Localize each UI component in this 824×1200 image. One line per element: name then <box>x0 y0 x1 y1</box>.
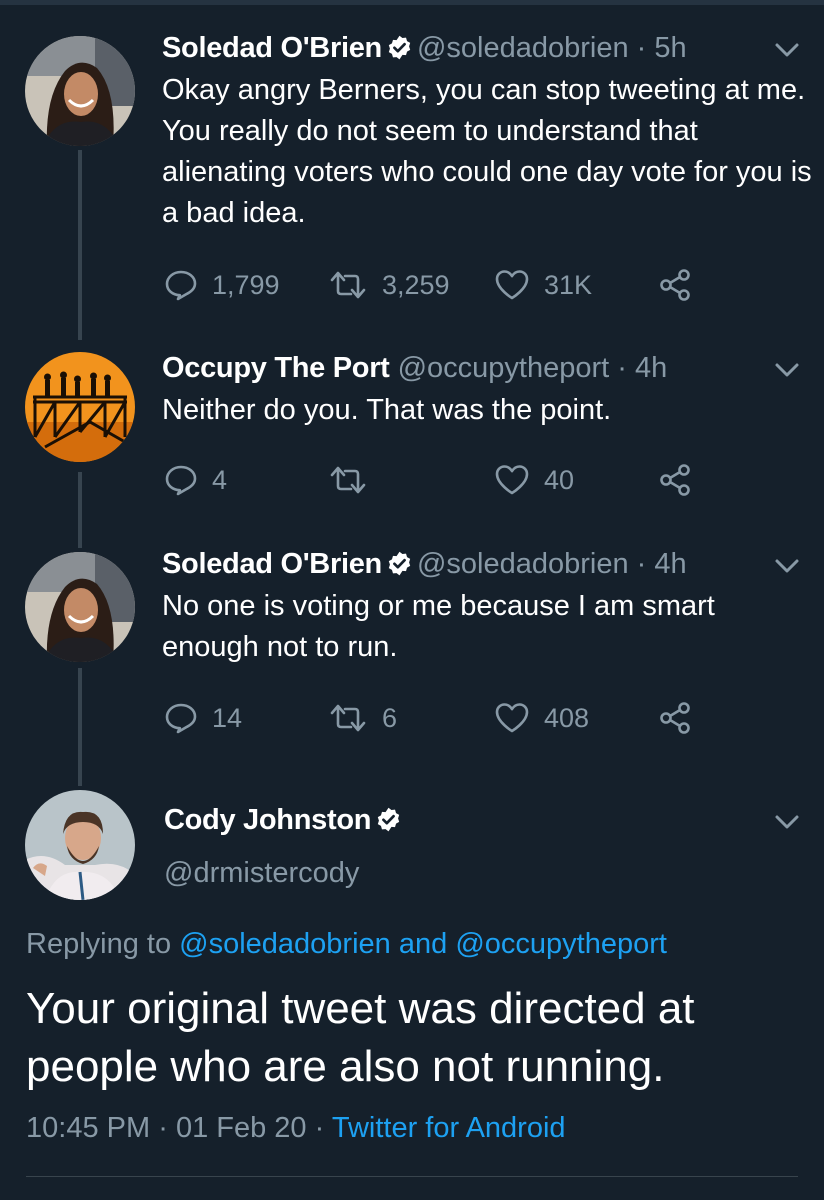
reply-button[interactable]: 4 <box>164 463 227 497</box>
mention-link[interactable]: @soledadobrien <box>179 928 391 960</box>
share-button[interactable] <box>658 268 692 302</box>
reply-icon <box>165 465 197 496</box>
tweet-actions: 14 6 408 <box>162 701 722 741</box>
timestamp[interactable]: 5h <box>654 32 686 64</box>
like-button[interactable]: 40 <box>494 463 574 497</box>
top-divider <box>0 0 824 5</box>
tweet-header-handle: @drmistercody <box>164 855 359 891</box>
tweet-header: Soledad O'Brien @soledadobrien · 4h <box>162 546 687 582</box>
share-icon <box>660 702 690 734</box>
author-name[interactable]: Occupy The Port <box>162 352 390 384</box>
author-handle[interactable]: @drmistercody <box>164 857 359 889</box>
retweet-count: 3,259 <box>382 269 450 300</box>
heart-icon <box>495 465 529 495</box>
tweet-header: Occupy The Port @occupytheport · 4h <box>162 350 667 386</box>
divider <box>26 1176 798 1177</box>
author-handle[interactable]: @occupytheport <box>398 352 610 384</box>
like-count: 31K <box>544 269 593 300</box>
tweet-actions: 1,799 3,259 31K <box>162 268 722 308</box>
like-count: 40 <box>544 464 575 495</box>
retweet-button[interactable]: 3,259 <box>328 268 450 302</box>
reply-count: 14 <box>212 702 243 733</box>
chevron-down-icon[interactable] <box>774 362 800 378</box>
tweet-date: 01 Feb 20 <box>175 1112 307 1144</box>
retweet-count: 6 <box>382 702 398 733</box>
verified-badge-icon <box>388 35 411 60</box>
tweet-meta: 10:45 PM · 01 Feb 20 · Twitter for Andro… <box>26 1112 566 1145</box>
author-handle[interactable]: @soledadobrien <box>417 548 629 580</box>
like-button[interactable]: 408 <box>494 701 589 735</box>
reply-count: 4 <box>212 464 228 495</box>
mention-conjunction: and <box>398 928 448 960</box>
author-handle[interactable]: @soledadobrien <box>417 32 629 64</box>
author-name[interactable]: Soledad O'Brien <box>162 548 382 580</box>
reply-button[interactable]: 14 <box>164 701 242 735</box>
reply-count: 1,799 <box>212 269 280 300</box>
reply-button[interactable]: 1,799 <box>164 268 280 302</box>
timestamp[interactable]: 4h <box>654 548 686 580</box>
mention-link[interactable]: @occupytheport <box>455 928 667 960</box>
share-icon <box>660 269 690 301</box>
author-name[interactable]: Soledad O'Brien <box>162 32 382 64</box>
retweet-icon <box>330 704 366 732</box>
share-button[interactable] <box>658 463 692 497</box>
author-name[interactable]: Cody Johnston <box>164 804 371 836</box>
timestamp[interactable]: 4h <box>635 352 667 384</box>
tweet[interactable]: Occupy The Port @occupytheport · 4h Neit… <box>0 350 824 520</box>
avatar[interactable] <box>25 352 135 462</box>
retweet-icon <box>330 271 366 299</box>
separator: · <box>158 1112 168 1144</box>
tweet-actions: 4 40 <box>162 463 722 503</box>
tweet-text: No one is voting or me because I am smar… <box>162 590 715 663</box>
separator: · <box>636 548 647 580</box>
main-tweet-text: Your original tweet was directed at peop… <box>26 984 695 1091</box>
tweet[interactable]: Soledad O'Brien @soledadobrien · 4h No on… <box>0 546 824 756</box>
tweet[interactable]: Soledad O'Brien @soledadobrien · 5h Okay … <box>0 30 824 330</box>
avatar[interactable] <box>25 552 135 662</box>
chevron-down-icon[interactable] <box>774 558 800 574</box>
replying-to-label: Replying to <box>26 928 172 960</box>
chevron-down-icon[interactable] <box>774 42 800 58</box>
separator: · <box>636 32 647 64</box>
retweet-icon <box>330 466 366 494</box>
tweet-time: 10:45 PM <box>26 1112 151 1144</box>
chevron-down-icon[interactable] <box>774 814 800 830</box>
verified-badge-icon <box>377 807 400 832</box>
verified-badge-icon <box>388 551 411 576</box>
tweet-text: Okay angry Berners, you can stop tweetin… <box>162 74 812 229</box>
share-button[interactable] <box>658 701 692 735</box>
separator: · <box>617 352 627 384</box>
heart-icon <box>495 703 529 733</box>
tweet-source-link[interactable]: Twitter for Android <box>332 1112 566 1144</box>
tweet-text: Neither do you. That was the point. <box>162 394 612 426</box>
separator: · <box>314 1112 325 1144</box>
avatar[interactable] <box>25 36 135 146</box>
like-button[interactable]: 31K <box>494 268 592 302</box>
avatar[interactable] <box>25 790 135 900</box>
tweet-header: Soledad O'Brien @soledadobrien · 5h <box>162 30 687 66</box>
retweet-button[interactable]: 6 <box>328 701 397 735</box>
share-icon <box>660 464 690 496</box>
reply-icon <box>165 703 197 734</box>
reply-icon <box>165 270 197 301</box>
replying-to: Replying to @soledadobrien and @occupyth… <box>26 928 667 961</box>
tweet-header: Cody Johnston <box>164 802 406 838</box>
retweet-button[interactable] <box>328 463 382 497</box>
like-count: 408 <box>544 702 590 733</box>
heart-icon <box>495 270 529 300</box>
